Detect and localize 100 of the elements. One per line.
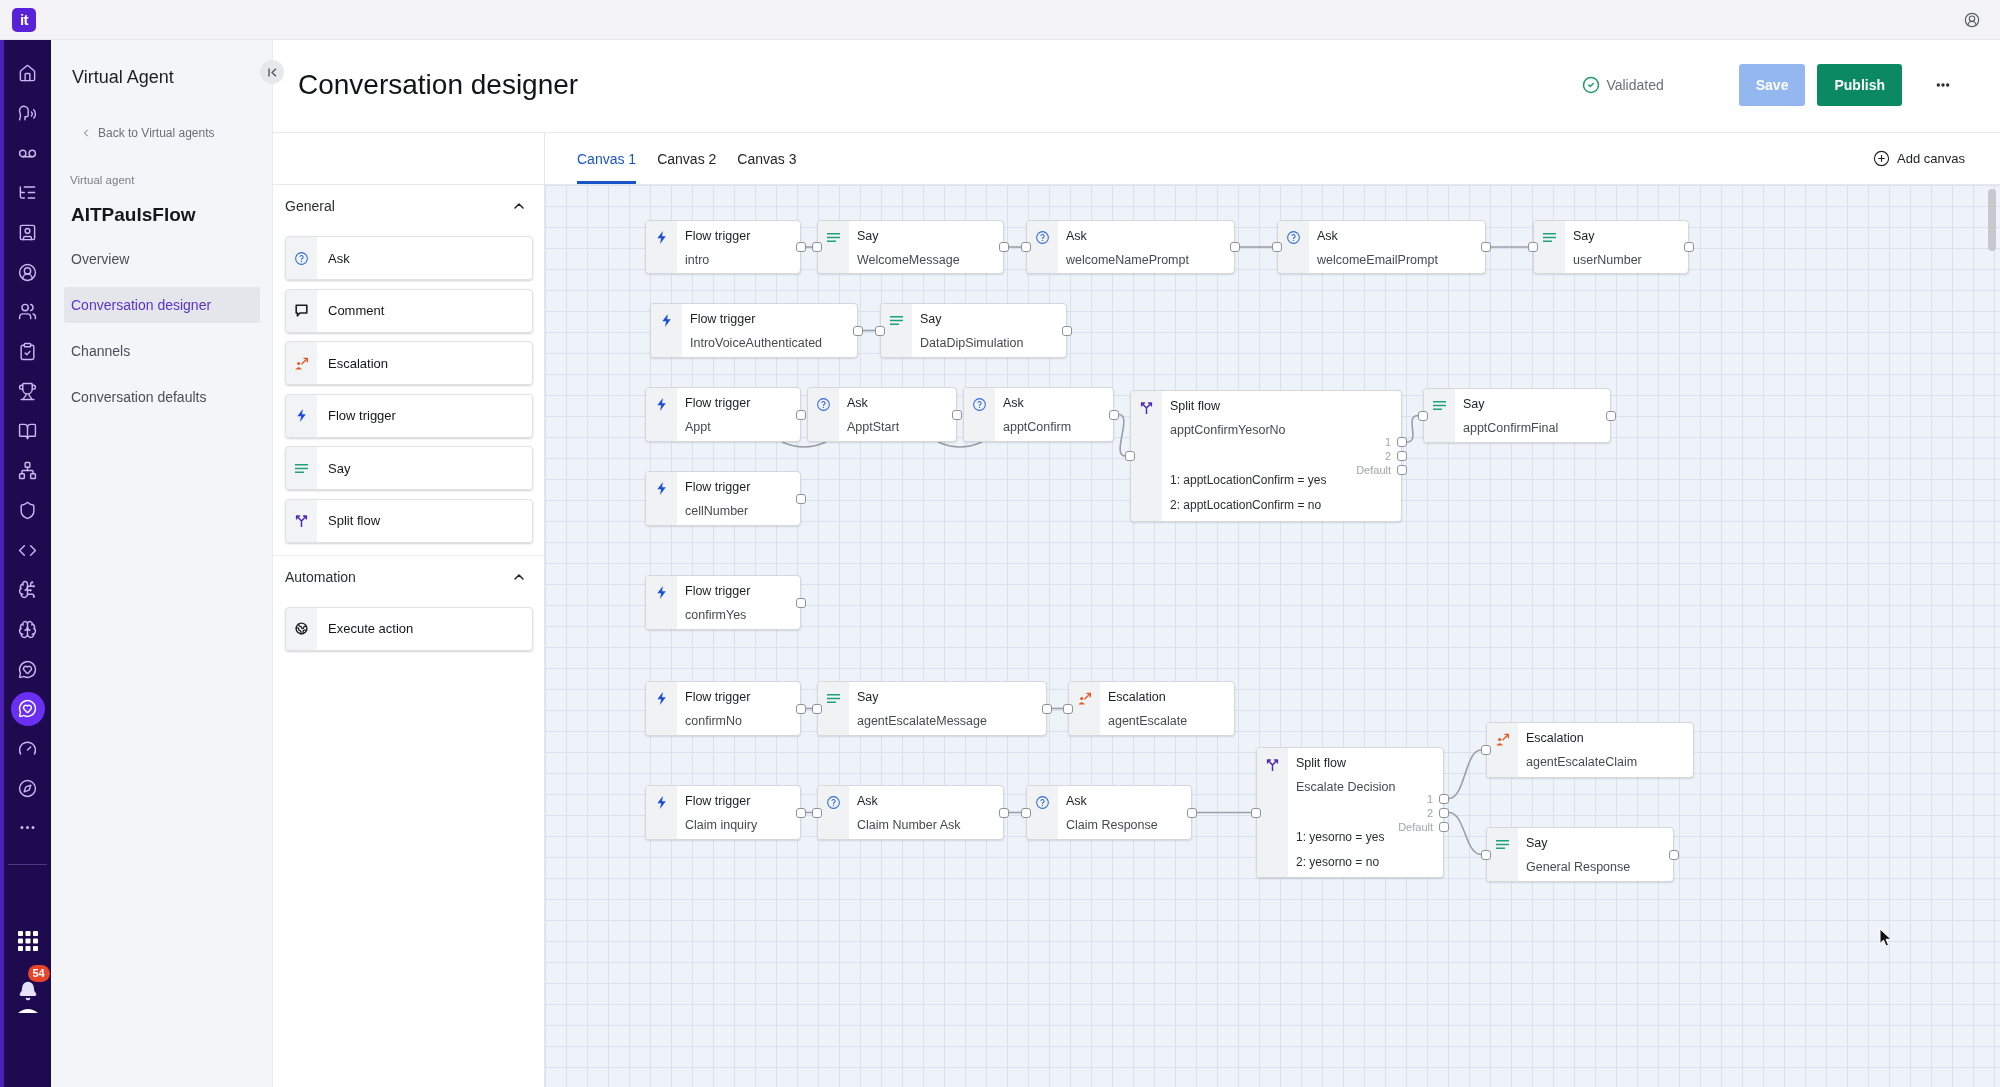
publish-button[interactable]: Publish — [1817, 63, 1902, 106]
port-handle[interactable] — [796, 597, 806, 608]
port-handle[interactable] — [1481, 849, 1491, 860]
flow-trigger-node[interactable]: Flow trigger confirmNo — [645, 681, 801, 736]
node-title: Ask — [1317, 228, 1338, 245]
port-handle[interactable] — [1669, 849, 1679, 860]
node-label: Claim inquiry — [685, 817, 758, 834]
port-handle[interactable] — [796, 493, 806, 504]
port-handle[interactable] — [1439, 807, 1449, 818]
flow-trigger-node[interactable]: Flow trigger Claim inquiry — [645, 785, 801, 840]
sidebar-item[interactable]: Conversation defaults — [64, 379, 260, 415]
port-handle[interactable] — [1606, 410, 1616, 421]
node-label: userNumber — [1573, 252, 1642, 269]
port-handle[interactable] — [796, 409, 806, 420]
port-handle[interactable] — [812, 807, 822, 818]
port-handle[interactable] — [1481, 745, 1491, 755]
sidebar-item[interactable]: Overview — [64, 241, 260, 277]
node-title: Flow trigger — [685, 583, 751, 600]
port-handle[interactable] — [1187, 807, 1197, 818]
canvas-tab[interactable]: Canvas 3 — [737, 133, 797, 184]
flow-trigger-node[interactable]: Flow trigger confirmYes — [645, 575, 801, 630]
port-handle[interactable] — [1481, 242, 1491, 252]
port-handle[interactable] — [875, 325, 885, 336]
port-handle[interactable] — [1125, 451, 1135, 461]
palette-item[interactable]: Flow trigger — [285, 393, 533, 438]
port-handle[interactable] — [999, 807, 1009, 818]
brain-icon[interactable] — [18, 619, 37, 639]
sidebar-item[interactable]: Conversation designer — [64, 287, 260, 323]
port-handle[interactable] — [1021, 242, 1031, 252]
trophy-icon[interactable] — [18, 381, 37, 401]
palette-item[interactable]: Escalation — [285, 341, 533, 386]
people-icon[interactable] — [18, 302, 37, 322]
connector-line — [937, 441, 983, 448]
port-handle[interactable] — [1528, 242, 1538, 252]
port-handle[interactable] — [1042, 703, 1052, 714]
say-node[interactable]: Say userNumber — [1533, 220, 1689, 274]
port-handle[interactable] — [1272, 242, 1282, 252]
chat-bubble-icon — [295, 304, 308, 318]
home-icon[interactable] — [18, 64, 37, 84]
flow-trigger-node[interactable]: Flow trigger cellNumber — [645, 471, 801, 526]
port-handle[interactable] — [1439, 793, 1449, 804]
port-handle[interactable] — [1021, 807, 1031, 818]
chat-heart-icon[interactable] — [18, 659, 37, 679]
clipboard-check-icon[interactable] — [18, 342, 37, 362]
node-title: Flow trigger — [685, 395, 751, 412]
port-handle[interactable] — [1109, 409, 1119, 420]
port-handle[interactable] — [1062, 325, 1072, 336]
port-handle[interactable] — [1684, 242, 1694, 252]
flow-trigger-node[interactable]: Flow trigger Appt — [645, 387, 801, 442]
collapse-button[interactable] — [260, 60, 284, 84]
port-handle[interactable] — [853, 325, 863, 336]
port-handle[interactable] — [1439, 821, 1449, 832]
canvas-tab[interactable]: Canvas 2 — [657, 133, 717, 184]
user-circle-icon[interactable] — [1964, 11, 1980, 28]
book-icon[interactable] — [18, 421, 37, 441]
port-handle[interactable] — [796, 703, 806, 714]
network-icon[interactable] — [18, 461, 37, 481]
port-handle[interactable] — [1418, 410, 1428, 421]
palette-item[interactable]: Split flow — [285, 498, 533, 543]
port-handle[interactable] — [1063, 703, 1073, 714]
ask-node[interactable]: Ask apptConfirm — [963, 387, 1114, 442]
user-circle-icon[interactable] — [18, 262, 37, 282]
sidebar-item[interactable]: Channels — [64, 333, 260, 369]
palette-item[interactable]: Ask — [285, 236, 533, 280]
flow-trigger-node[interactable]: Flow trigger intro — [645, 220, 801, 274]
speaking-person-icon[interactable] — [18, 104, 37, 124]
node-title: Flow trigger — [685, 479, 751, 496]
compass-icon[interactable] — [18, 778, 37, 798]
say-node[interactable]: Say WelcomeMessage — [817, 220, 1004, 274]
ask-node[interactable]: Ask welcomeNamePrompt — [1026, 220, 1235, 274]
palette-item[interactable]: Say — [285, 446, 533, 491]
port-handle[interactable] — [812, 703, 822, 714]
shield-icon[interactable] — [18, 500, 37, 520]
section-title: General — [285, 198, 335, 214]
port-handle[interactable] — [1230, 242, 1240, 252]
flow-trigger-node[interactable]: Flow trigger IntroVoiceAuthenticated — [650, 303, 858, 358]
palette-item[interactable]: Execute action — [285, 606, 533, 651]
back-link[interactable]: Back to Virtual agents — [80, 125, 215, 141]
port-handle[interactable] — [796, 807, 806, 818]
say-node[interactable]: Say General Response — [1486, 827, 1674, 882]
escalation-node[interactable]: Escalation agentEscalate — [1068, 681, 1235, 736]
contact-card-icon[interactable] — [18, 223, 37, 243]
add-canvas-button[interactable]: Add canvas — [1873, 150, 1965, 167]
brain-circuit-icon[interactable] — [18, 580, 37, 600]
port-handle[interactable] — [952, 409, 962, 420]
ask-node[interactable]: Ask Claim Response — [1026, 785, 1192, 840]
bell-icon[interactable] — [17, 980, 38, 1001]
apps-grid-icon[interactable] — [17, 930, 38, 951]
app-logo[interactable]: it — [12, 7, 36, 32]
scrollbar-thumb[interactable] — [1988, 189, 1996, 251]
ask-node[interactable]: Ask welcomeEmailPrompt — [1277, 220, 1486, 274]
ask-node[interactable]: Ask Claim Number Ask — [817, 785, 1004, 840]
escalation-node[interactable]: Escalation agentEscalateClaim — [1486, 722, 1694, 778]
say-node[interactable]: Say DataDipSimulation — [880, 303, 1067, 358]
port-handle[interactable] — [999, 242, 1009, 252]
port-handle[interactable] — [1251, 807, 1261, 818]
ask-node[interactable]: Ask ApptStart — [807, 387, 957, 442]
say-node[interactable]: Say agentEscalateMessage — [817, 681, 1047, 736]
say-node[interactable]: Say apptConfirmFinal — [1423, 388, 1611, 443]
palette-item[interactable]: Comment — [285, 288, 533, 333]
